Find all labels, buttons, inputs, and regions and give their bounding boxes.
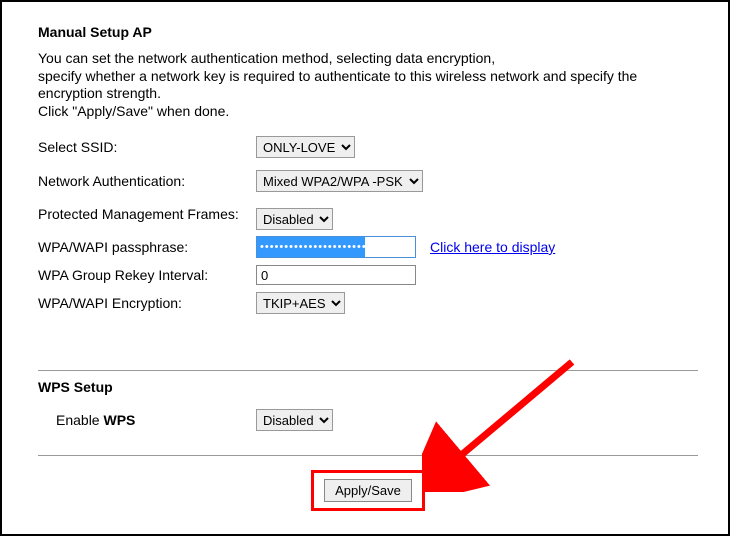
- select-pmf[interactable]: Disabled: [256, 208, 333, 230]
- intro-line-1: You can set the network authentication m…: [38, 50, 495, 66]
- label-wps-enable: Enable WPS: [38, 412, 256, 428]
- row-pmf: Protected Management Frames: Disabled: [38, 206, 698, 232]
- passphrase-masked: ••••••••••••••••••••••: [260, 241, 367, 253]
- select-wps[interactable]: Disabled: [256, 409, 333, 431]
- intro-text: You can set the network authentication m…: [38, 50, 698, 120]
- passphrase-selection: ••••••••••••••••••••••: [257, 237, 365, 257]
- label-encryption: WPA/WAPI Encryption:: [38, 295, 256, 311]
- input-rekey[interactable]: [256, 265, 416, 285]
- router-security-page: Manual Setup AP You can set the network …: [0, 0, 730, 536]
- row-auth: Network Authentication: Mixed WPA2/WPA -…: [38, 168, 698, 194]
- wps-heading: WPS Setup: [38, 379, 698, 395]
- row-rekey: WPA Group Rekey Interval:: [38, 262, 698, 288]
- label-ssid: Select SSID:: [38, 139, 256, 155]
- label-auth: Network Authentication:: [38, 173, 256, 189]
- apply-save-button[interactable]: Apply/Save: [324, 479, 412, 502]
- label-pmf: Protected Management Frames:: [38, 206, 256, 223]
- page-heading: Manual Setup AP: [38, 24, 698, 40]
- intro-line-2: specify whether a network key is require…: [38, 68, 637, 102]
- apply-highlight-box: Apply/Save: [311, 470, 425, 511]
- label-passphrase: WPA/WAPI passphrase:: [38, 239, 256, 255]
- separator-wps: [38, 370, 698, 371]
- apply-container: Apply/Save: [38, 470, 698, 511]
- row-passphrase: WPA/WAPI passphrase: •••••••••••••••••••…: [38, 234, 698, 260]
- row-encryption: WPA/WAPI Encryption: TKIP+AES: [38, 290, 698, 316]
- select-encryption[interactable]: TKIP+AES: [256, 292, 345, 314]
- label-rekey: WPA Group Rekey Interval:: [38, 267, 256, 283]
- select-ssid[interactable]: ONLY-LOVE: [256, 136, 355, 158]
- row-wps-enable: Enable WPS Disabled: [38, 407, 698, 433]
- link-display-passphrase[interactable]: Click here to display: [430, 239, 555, 255]
- select-auth[interactable]: Mixed WPA2/WPA -PSK: [256, 170, 423, 192]
- separator-bottom: [38, 455, 698, 456]
- row-ssid: Select SSID: ONLY-LOVE: [38, 134, 698, 160]
- intro-line-3: Click "Apply/Save" when done.: [38, 103, 229, 119]
